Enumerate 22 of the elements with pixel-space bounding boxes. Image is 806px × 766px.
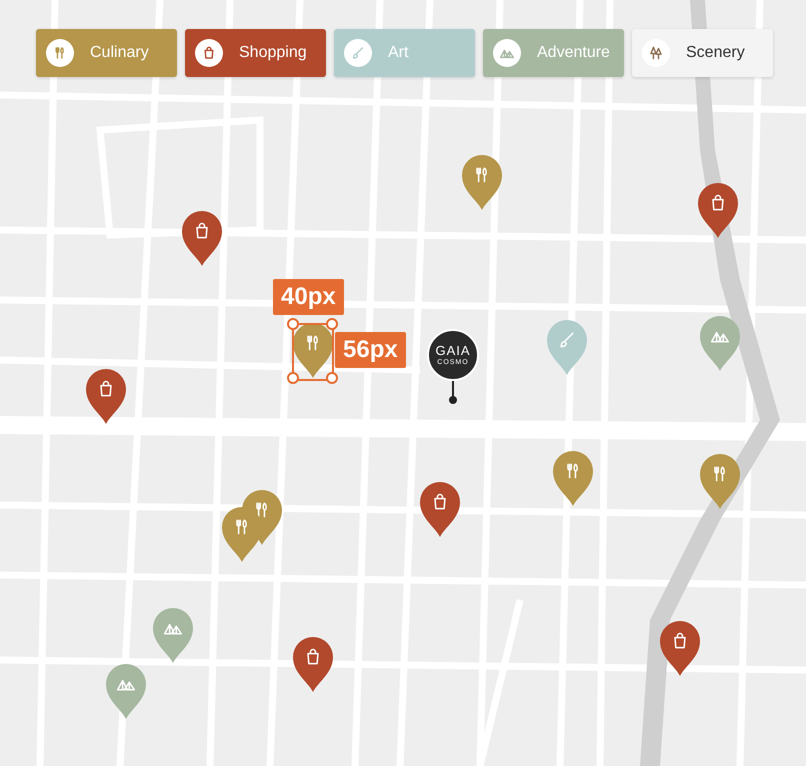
map-pin[interactable] <box>660 621 700 677</box>
map-pin[interactable] <box>698 183 738 239</box>
map-pin[interactable] <box>420 482 460 538</box>
category-filter[interactable]: Shopping <box>185 29 326 77</box>
adventure-icon <box>493 39 521 67</box>
shopping-icon <box>195 39 223 67</box>
culinary-icon <box>46 39 74 67</box>
map-pin[interactable] <box>553 451 593 507</box>
map-pin[interactable] <box>222 507 262 563</box>
map-pin[interactable] <box>182 211 222 267</box>
map-pin[interactable] <box>86 369 126 425</box>
category-filter[interactable]: Culinary <box>36 29 177 77</box>
category-filter[interactable]: Scenery <box>632 29 773 77</box>
marker-stem <box>448 381 458 405</box>
art-icon <box>344 39 372 67</box>
map-pin[interactable] <box>700 454 740 510</box>
width-label: 40px <box>273 279 344 315</box>
logo-title: GAIA <box>435 344 471 358</box>
map-pin[interactable] <box>462 155 502 211</box>
height-label: 56px <box>335 332 406 368</box>
scenery-icon <box>642 39 670 67</box>
map-pin[interactable] <box>293 637 333 693</box>
